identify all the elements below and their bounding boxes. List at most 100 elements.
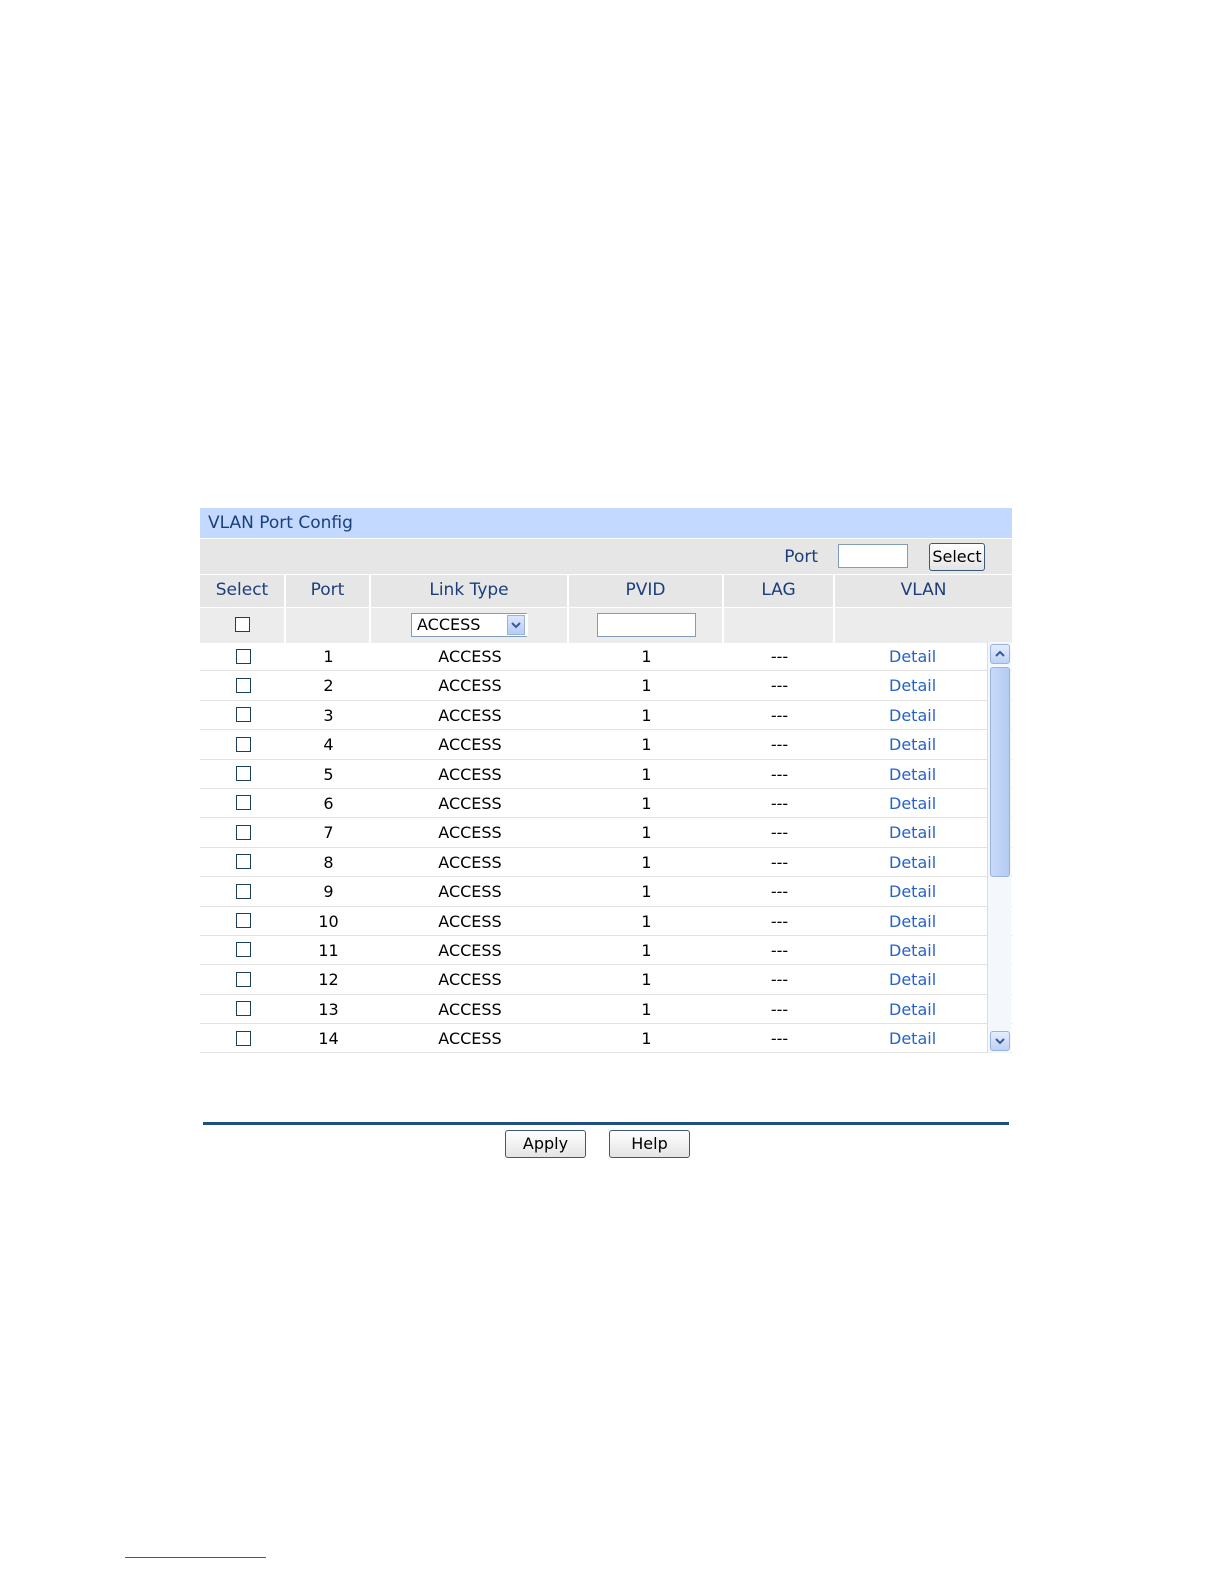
row-select-cell	[200, 760, 286, 788]
column-header-pvid: PVID	[569, 575, 724, 607]
link-type-cell: ACCESS	[438, 823, 502, 843]
vlan-detail-link[interactable]: Detail	[889, 1000, 936, 1019]
table-row: 3 ACCESS 1 --- Detail	[200, 701, 1012, 731]
port-cell: 4	[323, 735, 334, 755]
link-type-dropdown-value: ACCESS	[417, 615, 481, 634]
column-header-link-type: Link Type	[371, 575, 569, 607]
panel-title: VLAN Port Config	[200, 508, 1012, 538]
port-cell: 11	[318, 940, 339, 960]
lag-cell: ---	[770, 852, 789, 872]
vlan-detail-link[interactable]: Detail	[889, 853, 936, 872]
lag-cell: ---	[770, 823, 789, 843]
vlan-detail-link[interactable]: Detail	[889, 912, 936, 931]
vlan-detail-link[interactable]: Detail	[889, 882, 936, 901]
row-checkbox[interactable]	[235, 1030, 251, 1046]
row-checkbox[interactable]	[235, 1001, 251, 1017]
row-checkbox[interactable]	[235, 677, 251, 693]
table-row: 7 ACCESS 1 --- Detail	[200, 818, 1012, 848]
port-cell: 1	[323, 647, 334, 666]
apply-button[interactable]: Apply	[505, 1130, 586, 1158]
row-checkbox[interactable]	[235, 942, 251, 958]
pvid-cell: 1	[641, 793, 652, 813]
table-row: 14 ACCESS 1 --- Detail	[200, 1024, 1012, 1053]
column-header-select: Select	[200, 575, 286, 607]
vlan-detail-link[interactable]: Detail	[889, 823, 936, 842]
select-all-checkbox[interactable]	[234, 617, 250, 632]
row-select-cell	[200, 730, 286, 758]
port-cell: 9	[323, 882, 334, 902]
column-header-vlan: VLAN	[900, 580, 947, 600]
row-checkbox[interactable]	[235, 707, 251, 723]
row-select-cell	[200, 701, 286, 729]
row-checkbox[interactable]	[235, 824, 251, 840]
vlan-detail-link[interactable]: Detail	[889, 676, 936, 695]
row-checkbox[interactable]	[235, 883, 251, 899]
pvid-cell: 1	[641, 940, 652, 960]
scrollbar-thumb[interactable]	[990, 667, 1010, 877]
row-select-cell	[200, 877, 286, 905]
pvid-cell: 1	[641, 823, 652, 843]
link-type-cell: ACCESS	[438, 882, 502, 902]
row-select-cell	[200, 936, 286, 964]
table-scrollbar[interactable]	[987, 642, 1011, 1053]
row-select-cell	[200, 1024, 286, 1052]
pvid-cell: 1	[641, 852, 652, 872]
chevron-down-icon[interactable]	[507, 615, 525, 635]
table-row: 5 ACCESS 1 --- Detail	[200, 760, 1012, 789]
row-select-cell	[200, 789, 286, 817]
table-row: 8 ACCESS 1 --- Detail	[200, 848, 1012, 878]
pvid-batch-input[interactable]	[597, 613, 696, 637]
vlan-detail-link[interactable]: Detail	[889, 970, 936, 989]
pvid-cell: 1	[641, 1029, 652, 1049]
row-checkbox[interactable]	[235, 736, 251, 752]
row-checkbox[interactable]	[235, 795, 251, 811]
port-cell: 8	[323, 852, 334, 872]
row-select-cell	[200, 995, 286, 1023]
vlan-detail-link[interactable]: Detail	[889, 765, 936, 784]
help-button[interactable]: Help	[609, 1130, 690, 1158]
vlan-detail-link[interactable]: Detail	[889, 794, 936, 813]
port-cell: 5	[323, 764, 334, 784]
pvid-cell: 1	[641, 970, 652, 990]
table-row: 1 ACCESS 1 --- Detail	[200, 642, 1012, 672]
row-select-cell	[200, 671, 286, 699]
row-checkbox[interactable]	[235, 913, 251, 929]
table-header: Select Port Link Type PVID LAG VLAN	[200, 574, 1012, 607]
row-checkbox[interactable]	[235, 971, 251, 987]
link-type-dropdown[interactable]: ACCESS	[411, 613, 528, 637]
link-type-cell: ACCESS	[438, 793, 502, 813]
port-cell: 6	[323, 793, 334, 813]
link-type-cell: ACCESS	[438, 970, 502, 990]
column-header-port: Port	[286, 575, 371, 607]
vlan-detail-link[interactable]: Detail	[889, 735, 936, 754]
row-select-cell	[200, 965, 286, 993]
port-cell: 10	[318, 911, 339, 931]
pvid-cell: 1	[641, 999, 652, 1019]
pvid-cell: 1	[641, 705, 652, 725]
scroll-up-icon[interactable]	[990, 644, 1010, 664]
link-type-cell: ACCESS	[438, 764, 502, 784]
row-select-cell	[200, 642, 286, 670]
port-cell: 7	[323, 823, 334, 843]
lag-cell: ---	[770, 647, 789, 666]
vlan-detail-link[interactable]: Detail	[889, 647, 936, 666]
section-divider	[203, 1122, 1009, 1125]
pvid-cell: 1	[641, 676, 652, 696]
port-cell: 14	[318, 1029, 339, 1049]
row-checkbox[interactable]	[235, 648, 251, 664]
lag-cell: ---	[770, 1029, 789, 1049]
vlan-detail-link[interactable]: Detail	[889, 1029, 936, 1048]
scroll-down-icon[interactable]	[990, 1031, 1010, 1051]
vlan-detail-link[interactable]: Detail	[889, 706, 936, 725]
select-all-cell	[200, 608, 286, 643]
row-checkbox[interactable]	[235, 854, 251, 870]
row-checkbox[interactable]	[235, 766, 251, 782]
lag-cell: ---	[770, 999, 789, 1019]
pvid-cell: 1	[641, 647, 652, 666]
port-filter-input[interactable]	[838, 544, 908, 568]
port-cell: 13	[318, 999, 339, 1019]
table-row: 4 ACCESS 1 --- Detail	[200, 730, 1012, 760]
vlan-detail-link[interactable]: Detail	[889, 941, 936, 960]
link-type-cell: ACCESS	[438, 647, 502, 666]
select-button[interactable]: Select	[929, 543, 985, 571]
